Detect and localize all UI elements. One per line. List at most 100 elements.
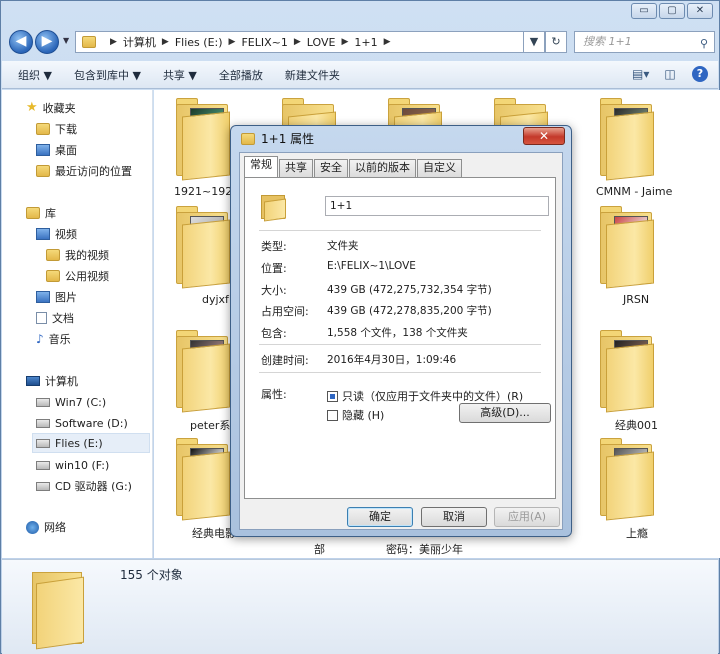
sidebar-item-label: CD 驱动器 (G:) xyxy=(55,480,132,493)
cancel-button[interactable]: 取消 xyxy=(421,507,487,527)
sidebar-item-videos[interactable]: 视频 xyxy=(36,224,77,244)
sidebar-item-drive-c[interactable]: Win7 (C:) xyxy=(36,392,106,412)
folder-item[interactable] xyxy=(600,206,656,289)
caption-buttons: ▭ ▢ ✕ xyxy=(631,3,713,19)
search-input[interactable]: 搜索 1+1 ⚲ xyxy=(574,31,715,53)
tab-previous-versions[interactable]: 以前的版本 xyxy=(349,159,416,177)
sidebar-item-label: Win7 (C:) xyxy=(55,395,107,409)
tab-sharing[interactable]: 共享 xyxy=(279,159,313,177)
close-window-button[interactable]: ✕ xyxy=(687,3,713,19)
include-in-library-menu[interactable]: 包含到库中 ▼ xyxy=(74,67,141,83)
back-button[interactable]: ◀ xyxy=(9,30,33,54)
sidebar-item-my-videos[interactable]: 我的视频 xyxy=(46,245,109,265)
tab-general[interactable]: 常规 xyxy=(244,156,278,177)
view-options-icon[interactable]: ▤▾ xyxy=(632,66,649,82)
breadcrumb-felix[interactable]: FELIX~1 xyxy=(241,36,287,49)
organize-menu[interactable]: 组织 ▼ xyxy=(18,67,52,83)
folder-item[interactable] xyxy=(176,438,232,521)
address-bar[interactable]: ▶ 计算机 ▶ Flies (E:) ▶ FELIX~1 ▶ LOVE ▶ 1+… xyxy=(75,31,545,53)
breadcrumb-current[interactable]: 1+1 xyxy=(354,36,377,49)
folder-icon xyxy=(261,192,287,222)
created-value: 2016年4月30日，1:09:46 xyxy=(327,354,457,366)
sidebar-item-public-videos[interactable]: 公用视频 xyxy=(46,266,109,286)
sidebar-item-documents[interactable]: 文档 xyxy=(36,308,74,328)
sidebar-item-drive-d[interactable]: Software (D:) xyxy=(36,413,128,433)
sidebar-item-drive-g[interactable]: CD 驱动器 (G:) xyxy=(36,476,132,496)
folder-label: CMNM - Jaime xyxy=(596,185,673,198)
divider xyxy=(259,230,541,231)
tab-security[interactable]: 安全 xyxy=(314,159,348,177)
chevron-right-icon[interactable]: ▶ xyxy=(229,37,236,47)
contains-label: 包含: xyxy=(261,327,287,340)
folder-icon xyxy=(32,566,86,650)
sidebar-item-computer[interactable]: 计算机 xyxy=(26,371,78,391)
folder-name-field[interactable]: 1+1 xyxy=(325,196,549,216)
preview-pane-icon[interactable]: ◫ xyxy=(662,66,678,82)
breadcrumb-computer[interactable]: 计算机 xyxy=(123,34,156,50)
ok-button[interactable]: 确定 xyxy=(347,507,413,527)
chevron-right-icon[interactable]: ▶ xyxy=(341,37,348,47)
breadcrumb-drive[interactable]: Flies (E:) xyxy=(175,36,223,49)
drive-icon xyxy=(36,438,50,448)
sidebar-item-desktop[interactable]: 桌面 xyxy=(36,140,77,160)
checkbox-indeterminate-icon[interactable] xyxy=(327,390,338,402)
sidebar-item-favorites[interactable]: ★ 收藏夹 xyxy=(26,98,76,118)
readonly-checkbox[interactable]: 只读（仅应用于文件夹中的文件）(R) xyxy=(327,388,523,404)
folder-item[interactable] xyxy=(600,330,656,413)
search-placeholder: 搜索 1+1 xyxy=(583,35,632,48)
chevron-right-icon[interactable]: ▶ xyxy=(294,37,301,47)
checkbox-icon[interactable] xyxy=(327,409,338,421)
folder-icon xyxy=(241,132,255,145)
sidebar-item-network[interactable]: 网络 xyxy=(26,517,66,537)
search-icon[interactable]: ⚲ xyxy=(700,34,708,54)
folder-label: 部 xyxy=(314,543,325,556)
sidebar-item-music[interactable]: ♪ 音乐 xyxy=(36,329,71,349)
sidebar-item-pictures[interactable]: 图片 xyxy=(36,287,77,307)
maximize-button[interactable]: ▢ xyxy=(659,3,685,19)
folder-item[interactable] xyxy=(600,438,656,521)
advanced-button[interactable]: 高级(D)... xyxy=(459,403,551,423)
folder-item[interactable] xyxy=(176,330,232,413)
sidebar-item-drive-f[interactable]: win10 (F:) xyxy=(36,455,109,475)
sidebar-item-recent[interactable]: 最近访问的位置 xyxy=(36,161,132,181)
folder-item[interactable] xyxy=(176,206,232,289)
explorer-window: ▭ ▢ ✕ ◀ ▶ ▼ ▶ 计算机 ▶ Flies (E:) ▶ FELIX~1… xyxy=(0,0,720,654)
tab-customize[interactable]: 自定义 xyxy=(417,159,462,177)
chevron-right-icon[interactable]: ▶ xyxy=(384,37,391,47)
sidebar-item-label: win10 (F:) xyxy=(55,458,110,472)
breadcrumb-love[interactable]: LOVE xyxy=(307,36,336,49)
sidebar-item-libraries[interactable]: 库 xyxy=(26,203,56,223)
attributes-label: 属性: xyxy=(261,388,287,401)
command-toolbar: 组织 ▼ 包含到库中 ▼ 共享 ▼ 全部播放 新建文件夹 ▤▾ ◫ ? xyxy=(2,61,718,89)
play-all-button[interactable]: 全部播放 xyxy=(219,67,263,83)
properties-dialog: 1+1 属性 ✕ 常规 共享 安全 以前的版本 自定义 1+1 类型: 文件夹 … xyxy=(230,125,572,537)
new-folder-button[interactable]: 新建文件夹 xyxy=(285,67,340,83)
forward-button[interactable]: ▶ xyxy=(35,30,59,54)
apply-button[interactable]: 应用(A) xyxy=(494,507,560,527)
folder-item[interactable] xyxy=(600,98,656,181)
address-dropdown-icon[interactable]: ▼ xyxy=(523,31,545,53)
item-count: 155 个对象 xyxy=(120,568,183,582)
drive-icon xyxy=(36,460,50,470)
share-menu[interactable]: 共享 ▼ xyxy=(163,67,197,83)
dialog-close-button[interactable]: ✕ xyxy=(523,127,565,145)
sidebar-item-label: 库 xyxy=(45,207,56,220)
cd-drive-icon xyxy=(36,481,50,491)
recent-pages-dropdown-icon[interactable]: ▼ xyxy=(63,36,69,45)
chevron-right-icon[interactable]: ▶ xyxy=(110,37,117,47)
minimize-button[interactable]: ▭ xyxy=(631,3,657,19)
hidden-checkbox[interactable]: 隐藏 (H) xyxy=(327,407,384,423)
downloads-folder-icon xyxy=(36,123,50,135)
star-icon: ★ xyxy=(26,100,38,115)
folder-label: 密码：美丽少年 xyxy=(386,543,463,556)
folder-label: dyjxf xyxy=(202,293,229,306)
documents-icon xyxy=(36,312,47,324)
help-icon[interactable]: ? xyxy=(692,66,708,82)
sidebar-item-downloads[interactable]: 下载 xyxy=(36,119,77,139)
chevron-right-icon[interactable]: ▶ xyxy=(162,37,169,47)
details-pane: 155 个对象 xyxy=(2,559,718,654)
refresh-button[interactable]: ↻ xyxy=(545,31,567,53)
sidebar-item-drive-e[interactable]: Flies (E:) xyxy=(32,433,150,453)
folder-item[interactable] xyxy=(176,98,232,181)
address-row: ◀ ▶ ▼ ▶ 计算机 ▶ Flies (E:) ▶ FELIX~1 ▶ LOV… xyxy=(7,29,715,55)
